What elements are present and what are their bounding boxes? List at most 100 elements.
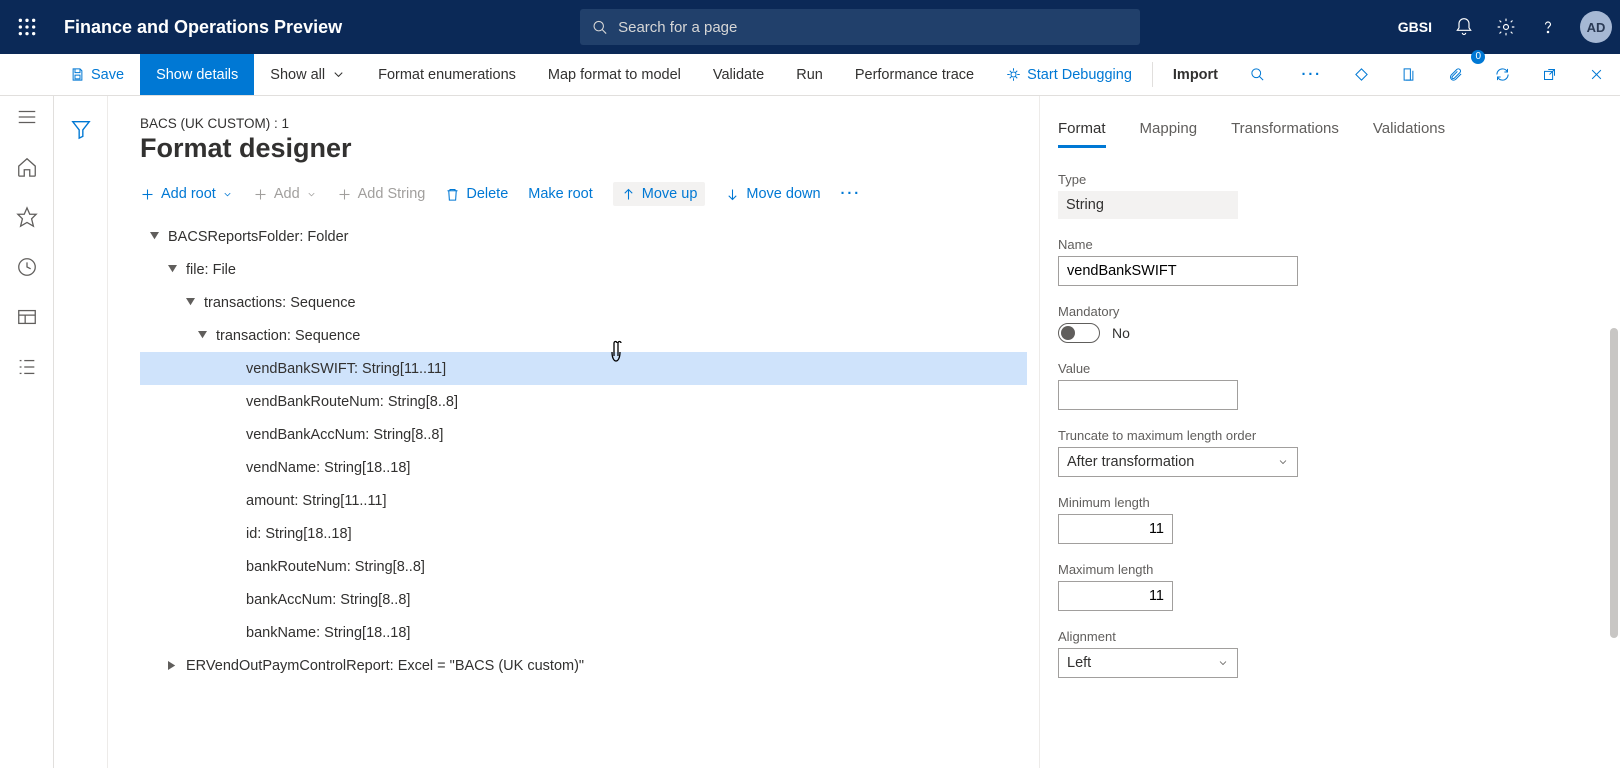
save-icon xyxy=(70,67,85,82)
search-input[interactable] xyxy=(618,19,1128,36)
field-type: Type String xyxy=(1058,172,1590,219)
arrow-up-icon xyxy=(621,187,636,202)
collapse-icon xyxy=(150,232,159,241)
body: BACS (UK CUSTOM) : 1 Format designer Add… xyxy=(0,96,1620,768)
close-button[interactable] xyxy=(1573,54,1620,95)
popout-button[interactable] xyxy=(1526,54,1573,95)
alignment-select[interactable]: Left xyxy=(1058,648,1238,678)
tree-node-folder[interactable]: BACSReportsFolder: Folder xyxy=(140,220,1027,253)
tab-format[interactable]: Format xyxy=(1058,120,1106,148)
value-label: Value xyxy=(1058,361,1590,376)
show-all-button[interactable]: Show all xyxy=(254,54,362,95)
value-input[interactable] xyxy=(1058,380,1238,410)
page-options-button[interactable] xyxy=(1385,54,1432,95)
search-action-button[interactable] xyxy=(1234,54,1281,95)
breadcrumb: BACS (UK CUSTOM) : 1 xyxy=(140,116,1027,131)
search-box[interactable] xyxy=(580,9,1140,45)
tab-transformations[interactable]: Transformations xyxy=(1231,120,1339,148)
tree-node-selected[interactable]: vendBankSWIFT: String[11..11] xyxy=(140,352,1027,385)
search-icon xyxy=(592,19,608,36)
maxlen-input[interactable] xyxy=(1058,581,1173,611)
tree-node-report[interactable]: ERVendOutPaymControlReport: Excel = "BAC… xyxy=(140,649,1027,682)
chevron-down-icon xyxy=(331,67,346,82)
name-input[interactable] xyxy=(1058,256,1298,286)
type-value: String xyxy=(1058,191,1238,219)
more-actions-button[interactable]: ··· xyxy=(1286,54,1339,95)
delete-button[interactable]: Delete xyxy=(445,186,508,202)
filter-icon[interactable] xyxy=(70,118,92,140)
hamburger-icon[interactable] xyxy=(16,106,38,128)
user-avatar[interactable]: AD xyxy=(1580,11,1612,43)
refresh-button[interactable] xyxy=(1479,54,1526,95)
move-up-button[interactable]: Move up xyxy=(613,182,706,206)
mandatory-toggle[interactable] xyxy=(1058,323,1100,343)
refresh-icon xyxy=(1495,67,1510,82)
show-all-label: Show all xyxy=(270,67,325,83)
import-button[interactable]: Import xyxy=(1157,54,1234,95)
workspace-icon[interactable] xyxy=(16,306,38,328)
tree-pane: BACS (UK CUSTOM) : 1 Format designer Add… xyxy=(108,96,1040,768)
truncate-select[interactable]: After transformation xyxy=(1058,447,1298,477)
tree-node[interactable]: amount: String[11..11] xyxy=(140,484,1027,517)
company-label[interactable]: GBSI xyxy=(1398,19,1432,35)
type-label: Type xyxy=(1058,172,1590,187)
waffle-icon xyxy=(17,17,37,37)
attachments-badge: 0 xyxy=(1471,50,1485,64)
minlen-input[interactable] xyxy=(1058,514,1173,544)
diamond-icon xyxy=(1354,67,1369,82)
tree-node-transaction[interactable]: transaction: Sequence xyxy=(140,319,1027,352)
bell-icon[interactable] xyxy=(1454,17,1474,37)
move-down-button[interactable]: Move down xyxy=(725,186,820,202)
tree-node-file[interactable]: file: File xyxy=(140,253,1027,286)
tab-validations[interactable]: Validations xyxy=(1373,120,1445,148)
run-button[interactable]: Run xyxy=(780,54,839,95)
map-format-button[interactable]: Map format to model xyxy=(532,54,697,95)
diamond-action-button[interactable] xyxy=(1338,54,1385,95)
tree-node[interactable]: vendBankAccNum: String[8..8] xyxy=(140,418,1027,451)
tree-node[interactable]: vendName: String[18..18] xyxy=(140,451,1027,484)
gear-icon[interactable] xyxy=(1496,17,1516,37)
show-details-label: Show details xyxy=(156,67,238,83)
chevron-down-icon xyxy=(1217,657,1229,669)
tree-node[interactable]: vendBankRouteNum: String[8..8] xyxy=(140,385,1027,418)
app-title: Finance and Operations Preview xyxy=(64,17,342,38)
field-minlen: Minimum length xyxy=(1058,495,1590,544)
help-icon[interactable] xyxy=(1538,17,1558,37)
collapse-icon xyxy=(168,265,177,274)
tree-node[interactable]: bankAccNum: String[8..8] xyxy=(140,583,1027,616)
home-icon[interactable] xyxy=(16,156,38,178)
show-details-button[interactable]: Show details xyxy=(140,54,254,95)
add-root-button[interactable]: Add root xyxy=(140,186,233,202)
star-icon[interactable] xyxy=(16,206,38,228)
action-bar: Save Show details Show all Format enumer… xyxy=(0,54,1620,96)
tree-node-transactions[interactable]: transactions: Sequence xyxy=(140,286,1027,319)
top-right: GBSI AD xyxy=(1398,11,1612,43)
format-enumerations-button[interactable]: Format enumerations xyxy=(362,54,532,95)
popout-icon xyxy=(1542,67,1557,82)
modules-icon[interactable] xyxy=(16,356,38,378)
minlen-label: Minimum length xyxy=(1058,495,1590,510)
add-button[interactable]: Add xyxy=(253,186,317,202)
scrollbar-thumb[interactable] xyxy=(1610,328,1618,638)
mandatory-label: Mandatory xyxy=(1058,304,1590,319)
collapse-icon xyxy=(198,331,207,340)
performance-trace-button[interactable]: Performance trace xyxy=(839,54,990,95)
recent-icon[interactable] xyxy=(16,256,38,278)
start-debugging-button[interactable]: Start Debugging xyxy=(990,54,1148,95)
tree-node[interactable]: bankName: String[18..18] xyxy=(140,616,1027,649)
attachments-button[interactable]: 0 xyxy=(1432,54,1479,95)
field-value: Value xyxy=(1058,361,1590,410)
validate-button[interactable]: Validate xyxy=(697,54,780,95)
save-button[interactable]: Save xyxy=(54,54,140,95)
plus-icon xyxy=(140,187,155,202)
tree-node[interactable]: bankRouteNum: String[8..8] xyxy=(140,550,1027,583)
make-root-button[interactable]: Make root xyxy=(528,186,592,202)
add-string-button[interactable]: Add String xyxy=(337,186,426,202)
tab-mapping[interactable]: Mapping xyxy=(1140,120,1198,148)
main-area: BACS (UK CUSTOM) : 1 Format designer Add… xyxy=(108,96,1620,768)
tree-node[interactable]: id: String[18..18] xyxy=(140,517,1027,550)
app-launcher-button[interactable] xyxy=(0,0,54,54)
tree-more-button[interactable]: ··· xyxy=(841,186,862,202)
plus-icon xyxy=(337,187,352,202)
left-nav-rail xyxy=(0,96,54,768)
